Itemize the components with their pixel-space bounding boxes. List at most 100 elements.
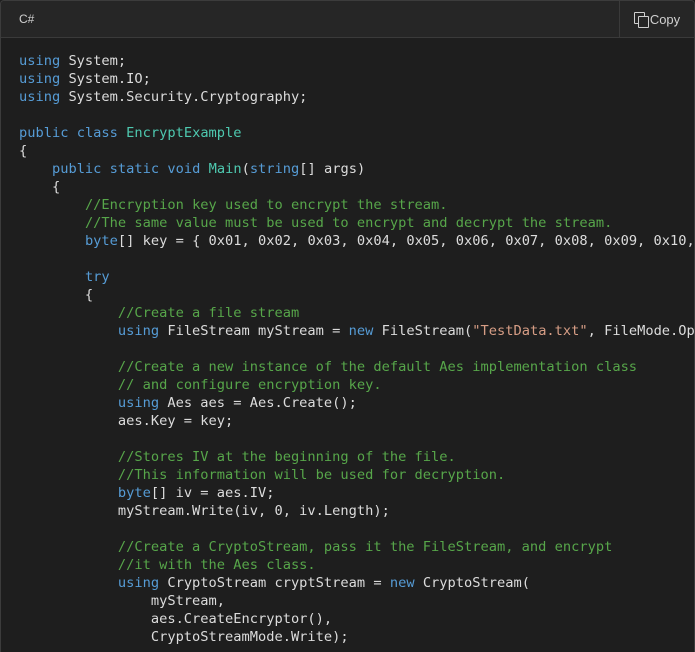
code-line: aes.Key = key; — [19, 412, 694, 430]
keyword-token: class — [76, 125, 118, 141]
code-line: { — [19, 286, 694, 304]
code-line: //Encryption key used to encrypt the str… — [19, 196, 694, 214]
comment-token: //Stores IV at the beginning of the file… — [117, 449, 456, 465]
keyword-token: using — [19, 71, 61, 87]
comment-token: //The same value must be used to encrypt… — [84, 215, 613, 231]
keyword-token: byte — [84, 233, 118, 249]
comment-token: //Create a CryptoStream, pass it the Fil… — [117, 539, 613, 555]
code-text: FileStream( — [373, 323, 473, 339]
code-line: //Create a CryptoStream, pass it the Fil… — [19, 538, 694, 556]
code-text: aes.CreateEncryptor(), — [19, 611, 333, 627]
keyword-token: static — [109, 161, 160, 177]
keyword-token: public — [19, 125, 69, 141]
code-line: public static void Main(string[] args) — [19, 160, 694, 178]
code-text: { — [19, 287, 94, 303]
code-text: [] args) — [299, 161, 366, 177]
comment-token: //it with the Aes class. — [117, 557, 316, 573]
string-token: "TestData.txt" — [472, 323, 588, 339]
code-line: aes.CreateEncryptor(), — [19, 610, 694, 628]
code-text: CryptoStream( — [414, 575, 530, 591]
code-text: myStream, — [19, 593, 226, 609]
code-line: CryptoStreamMode.Write); — [19, 628, 694, 646]
keyword-token: new — [348, 323, 374, 339]
keyword-token: using — [117, 395, 160, 411]
copy-button[interactable]: Copy — [619, 1, 694, 37]
code-line: { — [19, 178, 694, 196]
type-token: Main — [208, 161, 242, 177]
keyword-token: using — [117, 323, 160, 339]
code-line: using Aes aes = Aes.Create(); — [19, 394, 694, 412]
code-line: //Stores IV at the beginning of the file… — [19, 448, 694, 466]
code-text: System; — [60, 53, 127, 69]
comment-token: //Create a new instance of the default A… — [117, 359, 638, 375]
code-line: using System; — [19, 52, 694, 70]
type-token: EncryptExample — [126, 125, 242, 141]
code-line: //This information will be used for decr… — [19, 466, 694, 484]
code-text: Aes aes = Aes.Create(); — [159, 395, 357, 411]
code-line: myStream.Write(iv, 0, iv.Length); — [19, 502, 694, 520]
code-line: //The same value must be used to encrypt… — [19, 214, 694, 232]
code-text: [] key = { 0x01, 0x02, 0x03, 0x04, 0x05,… — [117, 233, 694, 249]
code-line: byte[] iv = aes.IV; — [19, 484, 694, 502]
code-line: //Create a file stream — [19, 304, 694, 322]
code-line: { — [19, 142, 694, 160]
comment-token: //This information will be used for decr… — [117, 467, 506, 483]
code-text: aes.Key = key; — [19, 413, 234, 429]
comment-token: //Encryption key used to encrypt the str… — [84, 197, 448, 213]
code-text: FileStream myStream = — [159, 323, 349, 339]
keyword-token: public — [51, 161, 102, 177]
language-label: C# — [19, 12, 35, 26]
code-line: using CryptoStream cryptStream = new Cry… — [19, 574, 694, 592]
code-text: ( — [241, 161, 250, 177]
code-block-header: C# Copy — [1, 1, 694, 38]
keyword-token: byte — [117, 485, 151, 501]
keyword-token: try — [84, 269, 110, 285]
code-text: System.Security.Cryptography; — [60, 89, 308, 105]
code-line: using FileStream myStream = new FileStre… — [19, 322, 694, 340]
code-block: C# Copy using System; using System.IO; usi… — [0, 0, 695, 652]
keyword-token: string — [249, 161, 300, 177]
code-text: System.IO; — [60, 71, 151, 87]
code-content[interactable]: using System; using System.IO; using Syste… — [19, 52, 694, 652]
copy-icon — [633, 12, 649, 28]
keyword-token: using — [19, 53, 61, 69]
code-line: // and configure encryption key. — [19, 376, 694, 394]
comment-token: //Create a file stream — [117, 305, 300, 321]
code-text: [] iv = aes.IV; — [150, 485, 275, 501]
code-text: myStream.Write(iv, 0, iv.Length); — [19, 503, 390, 519]
keyword-token: void — [167, 161, 201, 177]
comment-token: // and configure encryption key. — [117, 377, 382, 393]
code-line: //Create a new instance of the default A… — [19, 358, 694, 376]
code-text: CryptoStreamMode.Write); — [19, 629, 349, 645]
code-line: //it with the Aes class. — [19, 556, 694, 574]
copy-label: Copy — [649, 11, 681, 27]
code-line: public class EncryptExample — [19, 124, 694, 142]
code-text: , FileMode.OpenOrCreate); — [587, 323, 694, 339]
keyword-token: using — [117, 575, 160, 591]
